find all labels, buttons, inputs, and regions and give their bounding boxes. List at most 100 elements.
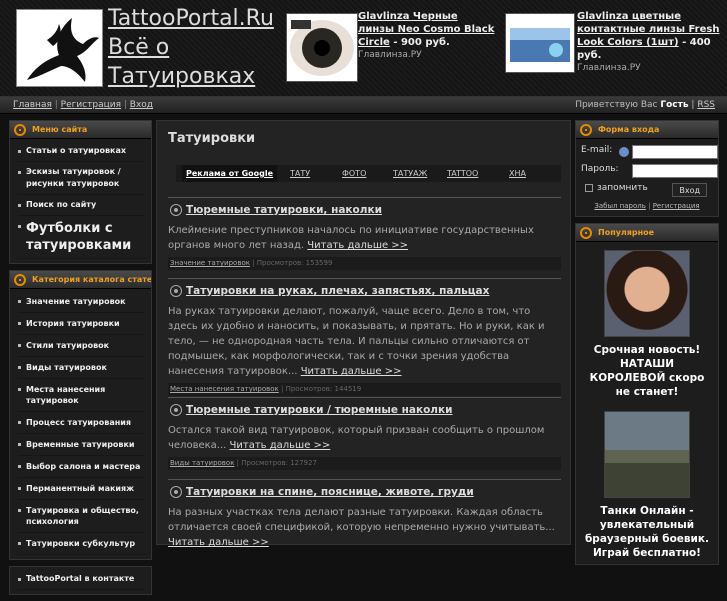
email-label: E-mail:	[581, 145, 613, 155]
article-meta: Виды татуировок | Просмотров: 127927	[168, 457, 561, 470]
article-excerpt: Клеймение преступников началось по иници…	[168, 225, 534, 251]
left-sidebar: Меню сайта Статьи о татуировках Эскизы т…	[9, 120, 152, 601]
site-title[interactable]: TattooPortal.Ru Всё о Татуировках	[108, 4, 286, 91]
contact-title[interactable]: TattooPortal в контакте	[18, 569, 145, 590]
login-form: E-mail: Пароль: запомнить Вход Забыл паро…	[576, 139, 718, 216]
catalog-header: Категория каталога статей	[10, 271, 151, 289]
top-nav-bar: Главная | Регистрация | Вход Приветствую…	[0, 97, 727, 114]
catalog-item[interactable]: Стили татуировок	[18, 335, 145, 357]
article-excerpt: На руках татуировки делают, пожалуй, чащ…	[168, 306, 545, 377]
site-menu-box: Меню сайта Статьи о татуировках Эскизы т…	[9, 120, 152, 264]
login-button[interactable]: Вход	[672, 183, 707, 197]
site-menu-list: Статьи о татуировках Эскизы татуировок /…	[10, 139, 151, 263]
header: TattooPortal.Ru Всё о Татуировках Glavli…	[0, 0, 727, 97]
ad-thumbnail-box[interactable]	[505, 13, 575, 73]
remember-checkbox[interactable]	[585, 183, 593, 192]
catalog-item[interactable]: Перманентный макияж	[18, 478, 145, 500]
menu-item-sketches[interactable]: Эскизы татуировок / рисунки татуировок	[18, 162, 145, 195]
menu-item-tshirts[interactable]: Футболки с татуировками	[18, 216, 145, 259]
crosshair-icon	[14, 274, 26, 286]
article-title[interactable]: Тюремные татуировки, наколки	[168, 204, 561, 217]
article-category-link[interactable]: Места нанесения татуировок	[170, 385, 279, 393]
contact-box: TattooPortal в контакте	[9, 566, 152, 595]
read-more-link[interactable]: Читать дальше >>	[230, 440, 331, 451]
ad-text-1: Glavlinza Черные линзы Neo Cosmo Black C…	[358, 10, 496, 62]
read-more-link[interactable]: Читать дальше >>	[168, 537, 269, 548]
register-link[interactable]: Регистрация	[653, 202, 700, 210]
catalog-item[interactable]: Татуировка и общество, психология	[18, 500, 145, 533]
google-ad-bar: Реклама от Google ТАТУ ФОТО ТАТУАЖ TATTO…	[176, 165, 561, 182]
catalog-item[interactable]: Татуировки субкультур	[18, 533, 145, 555]
google-link-tatuazh[interactable]: ТАТУАЖ	[393, 165, 427, 182]
right-sidebar: Форма входа E-mail: Пароль: запомнить Вхо…	[575, 120, 719, 571]
popular-header: Популярное	[576, 224, 718, 242]
popular-title: Популярное	[598, 228, 655, 237]
article-item: Тюремные татуировки / тюремные наколки О…	[168, 397, 561, 470]
catalog-item[interactable]: Виды татуировок	[18, 357, 145, 379]
ad-price-1: - 900 руб.	[393, 37, 450, 48]
read-more-link[interactable]: Читать дальше >>	[301, 366, 402, 377]
main-content: Татуировки Реклама от Google ТАТУ ФОТО Т…	[156, 120, 571, 548]
popular-list: Срочная новость! НАТАШИ КОРОЛЕВОЙ скоро …	[576, 242, 718, 564]
divider	[168, 397, 561, 398]
divider	[168, 197, 561, 198]
google-link-hna[interactable]: ХНА	[509, 165, 526, 182]
forgot-password-link[interactable]: Забыл пароль	[594, 202, 646, 210]
article-category-link[interactable]: Значение татуировок	[170, 259, 250, 267]
gear-icon	[170, 404, 182, 416]
google-ads-label[interactable]: Реклама от Google	[182, 165, 278, 182]
nav-register-link[interactable]: Регистрация	[61, 100, 121, 110]
google-link-tattoo[interactable]: TATTOO	[447, 165, 478, 182]
catalog-title: Категория каталога статей	[32, 275, 151, 284]
catalog-item[interactable]: Процесс татуирования	[18, 412, 145, 434]
nav-login-link[interactable]: Вход	[130, 100, 153, 110]
site-logo[interactable]	[16, 9, 103, 87]
article-meta: Места нанесения татуировок | Просмотров:…	[168, 383, 561, 396]
ad-thumbnail-lens[interactable]	[286, 13, 358, 82]
page-title: Татуировки	[168, 131, 256, 146]
rss-link[interactable]: RSS	[697, 100, 715, 110]
crosshair-icon	[580, 227, 592, 239]
google-link-tatu[interactable]: ТАТУ	[290, 165, 310, 182]
menu-item-search[interactable]: Поиск по сайту	[18, 195, 145, 216]
site-menu-header: Меню сайта	[10, 121, 151, 139]
password-field[interactable]	[632, 164, 718, 178]
openid-icon[interactable]	[619, 147, 629, 157]
google-link-foto[interactable]: ФОТО	[342, 165, 366, 182]
gear-icon	[170, 486, 182, 498]
read-more-link[interactable]: Читать дальше >>	[307, 240, 408, 251]
divider	[168, 479, 561, 480]
login-header: Форма входа	[576, 121, 718, 139]
divider	[168, 278, 561, 279]
catalog-item[interactable]: Выбор салона и мастера	[18, 456, 145, 478]
login-title: Форма входа	[598, 125, 660, 134]
article-excerpt: Остался такой вид татуировок, который пр…	[168, 425, 545, 451]
ad-source-1[interactable]: Главлинза.РУ	[358, 49, 496, 62]
email-field[interactable]	[632, 145, 718, 159]
article-title[interactable]: Тюремные татуировки / тюремные наколки	[168, 404, 561, 417]
nav-home-link[interactable]: Главная	[13, 100, 52, 110]
login-box: Форма входа E-mail: Пароль: запомнить Вхо…	[575, 120, 719, 217]
catalog-item[interactable]: Значение татуировок	[18, 291, 145, 313]
greeting-text: Приветствую Вас	[575, 100, 658, 110]
article-item: Татуировки на руках, плечах, запястьях, …	[168, 278, 561, 396]
menu-item-articles[interactable]: Статьи о татуировках	[18, 141, 145, 162]
article-title[interactable]: Татуировки на спине, пояснице, животе, г…	[168, 486, 561, 499]
catalog-item[interactable]: Места нанесения татуировок	[18, 379, 145, 412]
article-title[interactable]: Татуировки на руках, плечах, запястьях, …	[168, 285, 561, 298]
popular-text[interactable]: Танки Онлайн - увлекательный браузерный …	[576, 504, 718, 560]
gear-icon	[170, 285, 182, 297]
catalog-item[interactable]: История татуировки	[18, 313, 145, 335]
popular-image-tank[interactable]	[604, 411, 690, 498]
popular-image-portrait[interactable]	[604, 250, 690, 337]
site-menu-title: Меню сайта	[32, 125, 88, 134]
contact-list: TattooPortal в контакте	[10, 567, 151, 594]
ad-source-2[interactable]: Главлинза.РУ	[577, 62, 723, 75]
crosshair-icon	[14, 124, 26, 136]
article-category-link[interactable]: Виды татуировок	[170, 459, 234, 467]
popular-text[interactable]: Срочная новость! НАТАШИ КОРОЛЕВОЙ скоро …	[576, 343, 718, 399]
article-views: Просмотров: 144519	[285, 385, 362, 393]
article-meta: Значение татуировок | Просмотров: 153599	[168, 257, 561, 270]
catalog-item[interactable]: Временные татуировки	[18, 434, 145, 456]
catalog-box: Категория каталога статей Значение татуи…	[9, 270, 152, 560]
